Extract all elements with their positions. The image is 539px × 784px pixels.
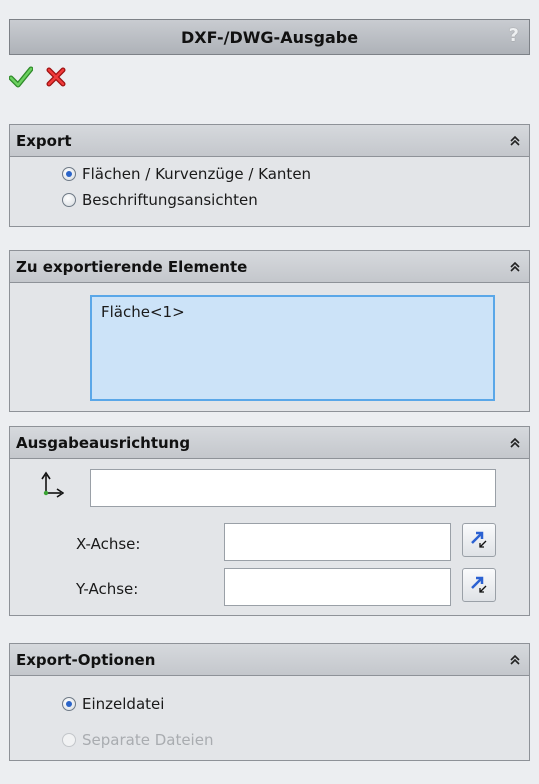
x-axis-label: X-Achse: [76,535,141,553]
x-axis-pick-button[interactable] [462,523,496,557]
radio-separate-files: Separate Dateien [62,722,529,758]
dialog-title: DXF-/DWG-Ausgabe [180,27,359,47]
checkmark-icon [9,66,33,88]
elements-list[interactable]: Fläche<1> [90,295,495,401]
radio-label: Einzeldatei [82,695,165,713]
radio-button [62,733,76,747]
collapse-icon[interactable] [509,135,521,147]
export-options-panel-header[interactable]: Export-Optionen [10,644,529,676]
direction-arrow-icon [471,531,487,548]
y-axis-pick-button[interactable] [462,568,496,602]
y-axis-label: Y-Achse: [76,580,139,598]
export-panel-header[interactable]: Export [10,125,529,157]
elements-panel-title: Zu exportierende Elemente [16,257,248,276]
radio-faces-curves-edges[interactable]: Flächen / Kurvenzüge / Kanten [62,161,529,187]
export-options-panel-title: Export-Optionen [16,650,156,669]
radio-button[interactable] [62,697,76,711]
direction-arrow-icon [471,576,487,593]
list-item[interactable]: Fläche<1> [101,303,484,321]
help-icon[interactable]: ? [509,25,519,46]
radio-button[interactable] [62,167,76,181]
export-options-panel: Export-Optionen Einzeldatei Separate Dat… [9,643,530,761]
origin-field[interactable] [90,469,496,507]
radio-button[interactable] [62,193,76,207]
orientation-panel: Ausgabeausrichtung X-Achse: Y-Achse: [9,426,530,616]
ok-button[interactable] [9,66,33,88]
collapse-icon[interactable] [509,261,521,273]
collapse-icon[interactable] [509,437,521,449]
export-panel: Export Flächen / Kurvenzüge / Kanten Bes… [9,124,530,227]
action-buttons [9,62,67,92]
radio-label: Separate Dateien [82,731,214,749]
radio-single-file[interactable]: Einzeldatei [62,686,529,722]
collapse-icon[interactable] [509,654,521,666]
elements-panel: Zu exportierende Elemente Fläche<1> [9,250,530,412]
radio-label: Flächen / Kurvenzüge / Kanten [82,165,312,183]
elements-panel-header[interactable]: Zu exportierende Elemente [10,251,529,283]
title-bar: DXF-/DWG-Ausgabe ? [9,19,530,55]
y-axis-field[interactable] [224,568,451,606]
x-axis-field[interactable] [224,523,451,561]
radio-label: Beschriftungsansichten [82,191,258,209]
export-panel-title: Export [16,131,72,150]
coordinate-system-icon [40,471,65,503]
x-icon [46,67,66,87]
orientation-panel-title: Ausgabeausrichtung [16,433,191,452]
radio-annotation-views[interactable]: Beschriftungsansichten [62,187,529,213]
cancel-button[interactable] [45,66,67,88]
orientation-panel-header[interactable]: Ausgabeausrichtung [10,427,529,459]
